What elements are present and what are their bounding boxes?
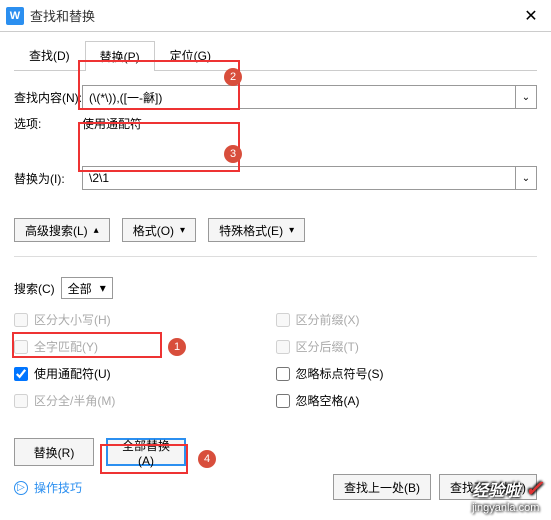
checkbox-ignore-space[interactable]: 忽略空格(A)	[276, 392, 538, 409]
find-dropdown-icon[interactable]: ⌄	[515, 85, 537, 109]
replace-all-button[interactable]: 全部替换(A)	[106, 438, 186, 466]
checkbox-wildcard-label: 使用通配符(U)	[34, 365, 111, 382]
replace-input[interactable]	[82, 166, 515, 190]
options-label: 选项:	[14, 115, 82, 132]
checkbox-ignore-punct-input[interactable]	[276, 367, 290, 381]
annotation-badge-4: 4	[198, 450, 216, 468]
checkbox-wildcard[interactable]: 使用通配符(U)	[14, 365, 276, 382]
checkmark-icon: ✓	[525, 476, 543, 501]
checkbox-suffix-input	[276, 340, 290, 354]
annotation-badge-1: 1	[168, 338, 186, 356]
tab-replace[interactable]: 替换(P)	[85, 41, 155, 71]
checkbox-whole: 全字匹配(Y)	[14, 338, 276, 355]
find-label: 查找内容(N):	[14, 89, 82, 106]
help-icon: ▷	[14, 481, 28, 495]
search-scope-label: 搜索(C)	[14, 280, 55, 297]
checkbox-prefix-label: 区分前缀(X)	[296, 311, 360, 328]
checkbox-ignore-punct[interactable]: 忽略标点符号(S)	[276, 365, 538, 382]
checkbox-halfwidth-label: 区分全/半角(M)	[34, 392, 115, 409]
special-format-button[interactable]: 特殊格式(E) ▾	[208, 218, 305, 242]
checkbox-case-label: 区分大小写(H)	[34, 311, 111, 328]
checkbox-suffix: 区分后缀(T)	[276, 338, 538, 355]
checkbox-suffix-label: 区分后缀(T)	[296, 338, 359, 355]
checkbox-whole-label: 全字匹配(Y)	[34, 338, 98, 355]
replace-label: 替换为(I):	[14, 170, 82, 187]
replace-dropdown-icon[interactable]: ⌄	[515, 166, 537, 190]
annotation-badge-2: 2	[224, 68, 242, 86]
find-prev-button[interactable]: 查找上一处(B)	[333, 474, 431, 500]
advanced-search-label: 高级搜索(L)	[25, 222, 88, 239]
checkbox-halfwidth-input	[14, 394, 28, 408]
help-link[interactable]: ▷ 操作技巧	[14, 479, 82, 496]
chevron-up-icon: ▴	[94, 225, 99, 236]
title-bar: W 查找和替换 ✕	[0, 0, 551, 32]
chevron-down-icon: ▾	[289, 225, 294, 236]
replace-button[interactable]: 替换(R)	[14, 438, 94, 466]
tab-find[interactable]: 查找(D)	[14, 40, 85, 70]
special-format-label: 特殊格式(E)	[219, 222, 283, 239]
options-value: 使用通配符	[82, 115, 142, 132]
checkbox-whole-input	[14, 340, 28, 354]
separator	[14, 256, 537, 257]
checkbox-prefix: 区分前缀(X)	[276, 311, 538, 328]
window-title: 查找和替换	[30, 6, 511, 25]
checkbox-wildcard-input[interactable]	[14, 367, 28, 381]
advanced-search-button[interactable]: 高级搜索(L) ▴	[14, 218, 110, 242]
checkbox-ignore-punct-label: 忽略标点符号(S)	[296, 365, 384, 382]
search-scope-value: 全部	[68, 280, 92, 297]
tab-strip: 查找(D) 替换(P) 定位(G)	[14, 40, 537, 71]
format-button[interactable]: 格式(O) ▾	[122, 218, 196, 242]
find-input[interactable]	[82, 85, 515, 109]
annotation-badge-3: 3	[224, 145, 242, 163]
help-label: 操作技巧	[34, 479, 82, 496]
search-scope-select[interactable]: 全部 ▾	[61, 277, 113, 299]
watermark: 经验啦 ✓ jingyanla.com	[472, 476, 543, 514]
close-icon[interactable]: ✕	[511, 0, 551, 32]
chevron-down-icon: ▾	[100, 281, 106, 295]
checkbox-ignore-space-input[interactable]	[276, 394, 290, 408]
checkbox-case-input	[14, 313, 28, 327]
chevron-down-icon: ▾	[180, 225, 185, 236]
watermark-url: jingyanla.com	[472, 502, 543, 514]
app-icon: W	[6, 7, 24, 25]
checkbox-prefix-input	[276, 313, 290, 327]
tab-goto[interactable]: 定位(G)	[155, 40, 226, 70]
checkbox-halfwidth: 区分全/半角(M)	[14, 392, 276, 409]
checkbox-case: 区分大小写(H)	[14, 311, 276, 328]
checkbox-ignore-space-label: 忽略空格(A)	[296, 392, 360, 409]
watermark-brand: 经验啦	[472, 483, 520, 500]
format-label: 格式(O)	[133, 222, 174, 239]
